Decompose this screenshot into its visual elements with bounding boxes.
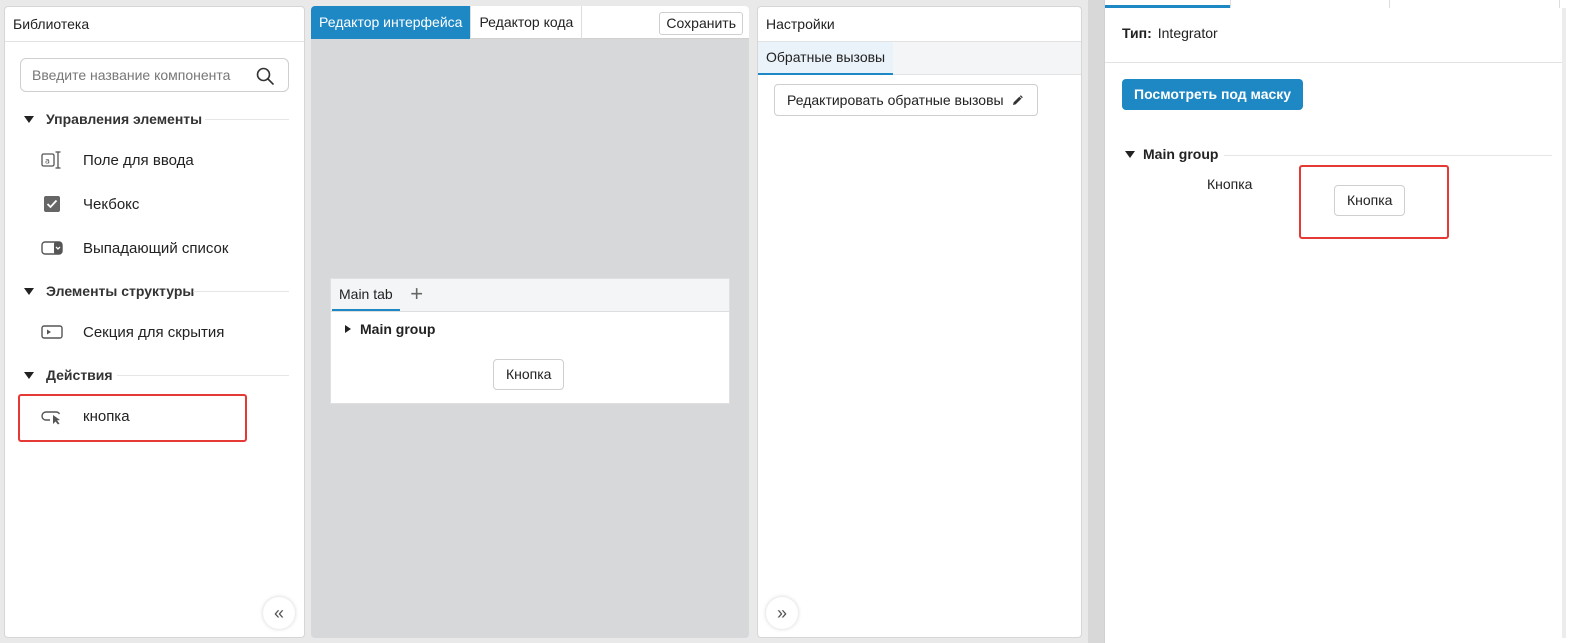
checkbox-icon	[41, 193, 63, 215]
editor-panel: Редактор интерфейса Редактор кода Сохран…	[311, 6, 749, 638]
settings-title: Настройки	[758, 7, 1081, 42]
chevron-right-icon[interactable]	[345, 325, 351, 333]
scrollbar[interactable]	[1562, 8, 1566, 638]
group-divider	[1224, 155, 1552, 156]
section-title: Элементы структуры	[46, 283, 195, 299]
canvas-group-header[interactable]: Main group	[345, 321, 435, 337]
collapse-library-button[interactable]: «	[263, 597, 295, 629]
chevron-down-icon[interactable]	[24, 287, 34, 295]
preview-top-tabs	[1105, 0, 1565, 8]
type-info: Тип: Integrator	[1122, 25, 1218, 41]
tab-main[interactable]: Main tab	[332, 279, 400, 311]
add-tab-icon[interactable]: +	[404, 279, 430, 311]
preview-tab-active[interactable]	[1105, 0, 1230, 8]
group-title: Main group	[1143, 146, 1219, 162]
section-controls[interactable]: Управления элементы	[22, 109, 202, 129]
library-item-label: Секция для скрытия	[83, 323, 225, 341]
edit-callbacks-button[interactable]: Редактировать обратные вызовы	[774, 84, 1038, 116]
section-title: Управления элементы	[46, 111, 203, 127]
preview-tab[interactable]	[1390, 0, 1560, 8]
settings-subtabs: Обратные вызовы	[758, 42, 1081, 75]
section-divider	[205, 119, 289, 120]
search-icon[interactable]	[256, 67, 274, 85]
text-input-icon: a	[41, 149, 63, 171]
type-label: Тип:	[1122, 25, 1152, 41]
svg-text:a: a	[45, 157, 50, 166]
chevron-down-icon[interactable]	[1125, 150, 1135, 158]
preview-tab[interactable]	[1230, 0, 1390, 8]
library-item-label: Поле для ввода	[83, 151, 194, 169]
canvas-form: Main tab + Main group Кнопка	[330, 278, 730, 404]
editor-tabs: Редактор интерфейса Редактор кода Сохран…	[311, 6, 749, 39]
preview-group-header[interactable]: Main group	[1125, 146, 1218, 162]
component-search[interactable]	[20, 58, 289, 92]
library-item-collapsible-section[interactable]: Секция для скрытия	[41, 318, 224, 346]
canvas-button[interactable]: Кнопка	[493, 359, 565, 390]
canvas-tab-bar: Main tab +	[331, 279, 729, 312]
app-root: Библиотека Управления элементы a	[0, 0, 1570, 643]
section-title: Действия	[46, 367, 113, 383]
expand-settings-button[interactable]: »	[766, 597, 798, 629]
pencil-icon	[1012, 95, 1023, 105]
library-item-text-input[interactable]: a Поле для ввода	[41, 146, 194, 174]
save-button[interactable]: Сохранить	[659, 12, 743, 35]
type-value: Integrator	[1157, 25, 1218, 41]
library-panel: Библиотека Управления элементы a	[4, 6, 305, 638]
panel-divider[interactable]	[1088, 0, 1104, 643]
highlight-box	[18, 394, 247, 442]
group-title: Main group	[360, 321, 436, 337]
field-label: Кнопка	[1207, 176, 1253, 192]
library-item-dropdown[interactable]: Выпадающий список	[41, 234, 228, 262]
double-chevron-left-icon: «	[273, 602, 284, 623]
section-divider	[193, 291, 289, 292]
library-title: Библиотека	[5, 7, 304, 42]
view-mask-button[interactable]: Посмотреть под маску	[1122, 79, 1304, 110]
highlight-box	[1299, 165, 1449, 239]
library-item-checkbox[interactable]: Чекбокс	[41, 190, 139, 218]
search-input[interactable]	[21, 59, 241, 91]
section-divider	[117, 375, 289, 376]
settings-panel: Настройки Обратные вызовы Редактировать …	[757, 6, 1082, 638]
dropdown-icon	[41, 237, 63, 259]
tab-code-editor[interactable]: Редактор кода	[471, 6, 583, 39]
library-item-label: Чекбокс	[83, 195, 140, 213]
tab-callbacks[interactable]: Обратные вызовы	[758, 42, 894, 75]
chevron-down-icon[interactable]	[24, 371, 34, 379]
section-structure[interactable]: Элементы структуры	[22, 281, 194, 301]
preview-panel: Тип: Integrator Посмотреть под маску Main…	[1104, 0, 1570, 643]
edit-callbacks-label: Редактировать обратные вызовы	[787, 92, 1004, 108]
double-chevron-right-icon: »	[776, 602, 787, 623]
divider	[1105, 62, 1565, 63]
chevron-down-icon[interactable]	[24, 115, 34, 123]
library-item-label: Выпадающий список	[83, 239, 229, 257]
tab-interface-editor[interactable]: Редактор интерфейса	[311, 6, 472, 39]
section-actions[interactable]: Действия	[22, 365, 113, 385]
collapsible-section-icon	[41, 321, 63, 343]
